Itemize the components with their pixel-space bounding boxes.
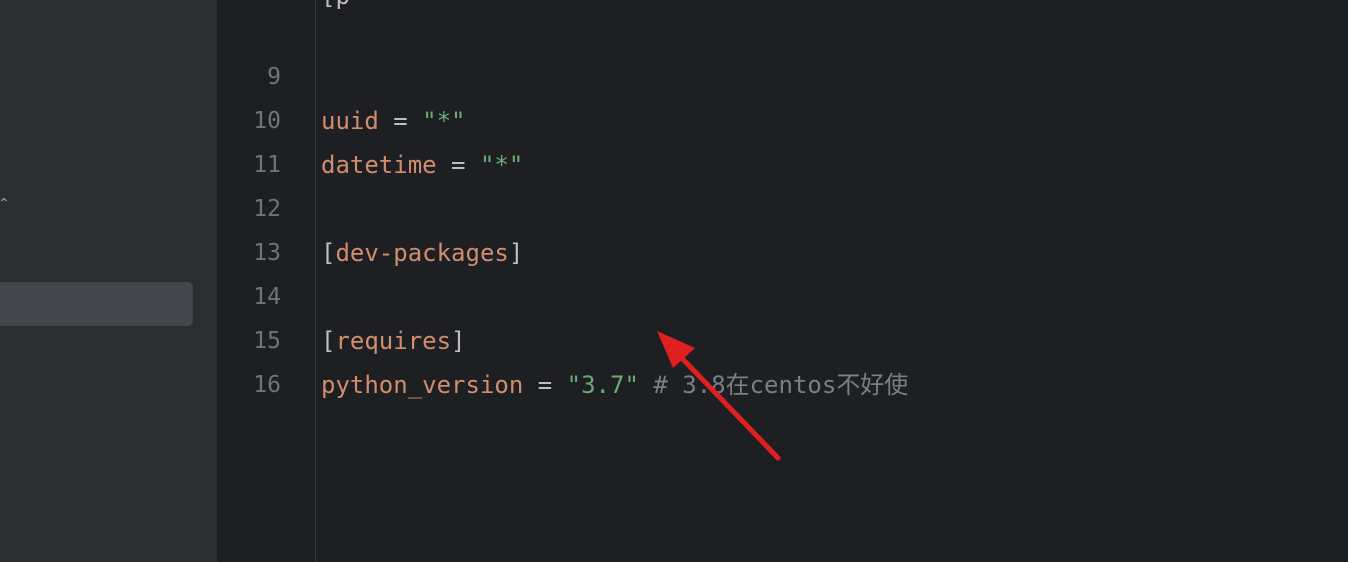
toml-key: python_version xyxy=(321,371,524,399)
clipped-previous-line: [p xyxy=(321,0,350,8)
comment-prefix: # 3.8 xyxy=(638,371,726,399)
code-line[interactable]: 13 xyxy=(217,187,1348,266)
code-editor[interactable]: [p 9 uuid = "*" 10 datetime = "*" 11 12 … xyxy=(217,0,1348,562)
comment-ascii-text: centos xyxy=(749,371,837,399)
code-line[interactable]: 14 [requires] xyxy=(217,231,1348,355)
code-line[interactable]: 10 datetime = "*" xyxy=(217,55,1348,179)
code-line[interactable]: 15 python_version = "3.7" # 3.8在centos不好… xyxy=(217,275,1348,399)
toml-comment: # 3.8在centos不好使 xyxy=(639,371,908,399)
line-number: 16 xyxy=(253,372,281,398)
sidebar-selected-item[interactable] xyxy=(0,282,193,326)
project-sidebar: ⌃ xyxy=(0,0,217,562)
code-line[interactable]: 11 xyxy=(217,99,1348,178)
toml-operator: = xyxy=(523,371,567,399)
comment-cjk-text: 不好使 xyxy=(836,371,909,399)
ide-window: ⌃ [p 9 uuid = "*" 10 datetime = "*" 11 1… xyxy=(0,0,1348,562)
sidebar-partial-icon: ⌃ xyxy=(0,196,10,212)
code-content[interactable]: python_version = "3.7" # 3.8在centos不好使 xyxy=(321,363,908,407)
toml-string: "3.7" xyxy=(566,371,639,399)
code-line[interactable]: 16 xyxy=(217,319,1348,398)
code-line[interactable]: 9 uuid = "*" xyxy=(217,11,1348,135)
comment-cjk-text: 在 xyxy=(725,371,750,399)
code-line[interactable]: 12 [dev-packages] xyxy=(217,143,1348,267)
